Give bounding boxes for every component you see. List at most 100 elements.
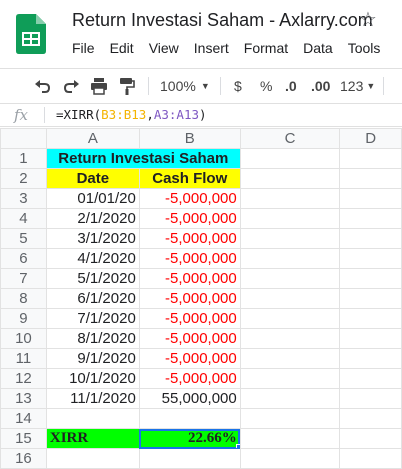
cell[interactable] [339, 328, 402, 349]
cashflow-cell[interactable]: -5,000,000 [138, 368, 241, 389]
row-header[interactable]: 13 [0, 388, 47, 409]
cell[interactable] [339, 288, 402, 309]
cell[interactable] [339, 408, 402, 429]
date-cell[interactable]: 5/1/2020 [45, 268, 140, 289]
column-header-d[interactable]: D [339, 128, 402, 149]
cashflow-cell[interactable]: -5,000,000 [138, 188, 241, 209]
cell[interactable] [239, 408, 341, 429]
more-formats-button[interactable]: 123 ▼ [340, 75, 375, 97]
zoom-select[interactable]: 100% ▼ [160, 75, 210, 97]
cell[interactable] [239, 448, 341, 469]
cashflow-cell[interactable]: -5,000,000 [138, 328, 241, 349]
cell[interactable] [339, 168, 402, 189]
row-header[interactable]: 8 [0, 288, 47, 309]
cell[interactable] [138, 408, 241, 429]
cell[interactable] [339, 208, 402, 229]
row-header[interactable]: 16 [0, 448, 47, 469]
row-header[interactable]: 3 [0, 188, 47, 209]
undo-icon[interactable] [34, 75, 52, 97]
row-header[interactable]: 2 [0, 168, 47, 189]
document-title[interactable]: Return Investasi Saham - Axlarry.com [72, 10, 373, 31]
cell[interactable] [45, 408, 140, 429]
menu-data[interactable]: Data [303, 40, 333, 58]
cell[interactable] [138, 448, 241, 469]
sheets-logo-icon[interactable] [16, 14, 46, 54]
cashflow-cell[interactable]: -5,000,000 [138, 248, 241, 269]
row-header[interactable]: 7 [0, 268, 47, 289]
cell[interactable] [339, 248, 402, 269]
cell[interactable] [239, 288, 341, 309]
date-cell[interactable]: 3/1/2020 [45, 228, 140, 249]
column-header-a[interactable]: A [45, 128, 140, 149]
date-cell[interactable]: 4/1/2020 [45, 248, 140, 269]
cell[interactable] [339, 368, 402, 389]
date-cell[interactable]: 11/1/2020 [45, 388, 140, 409]
cell[interactable] [239, 148, 341, 169]
date-cell[interactable]: 2/1/2020 [45, 208, 140, 229]
cashflow-cell[interactable]: 55,000,000 [138, 388, 241, 409]
cell[interactable] [339, 148, 402, 169]
row-header[interactable]: 14 [0, 408, 47, 429]
date-cell[interactable]: 8/1/2020 [45, 328, 140, 349]
menu-file[interactable]: File [72, 40, 95, 58]
date-cell[interactable]: 10/1/2020 [45, 368, 140, 389]
cashflow-cell[interactable]: -5,000,000 [138, 288, 241, 309]
cell[interactable] [239, 188, 341, 209]
menu-view[interactable]: View [149, 40, 179, 58]
cell[interactable] [239, 388, 341, 409]
cell[interactable] [239, 308, 341, 329]
row-header[interactable]: 10 [0, 328, 47, 349]
row-header[interactable]: 11 [0, 348, 47, 369]
cashflow-cell[interactable]: -5,000,000 [138, 208, 241, 229]
cell[interactable] [339, 348, 402, 369]
paint-format-icon[interactable] [118, 75, 136, 97]
redo-icon[interactable] [62, 75, 80, 97]
row-header[interactable]: 15 [0, 428, 47, 449]
currency-format-button[interactable]: $ [234, 75, 242, 97]
cell[interactable] [339, 428, 402, 449]
decrease-decimal-button[interactable]: .0 [285, 75, 297, 97]
cell[interactable] [339, 448, 402, 469]
date-cell[interactable]: 9/1/2020 [45, 348, 140, 369]
row-header[interactable]: 1 [0, 148, 47, 169]
percent-format-button[interactable]: % [260, 75, 272, 97]
column-header-b[interactable]: B [138, 128, 241, 149]
header-cell-cashflow[interactable]: Cash Flow [138, 168, 241, 189]
cell[interactable] [239, 428, 341, 449]
row-header[interactable]: 5 [0, 228, 47, 249]
cell[interactable] [239, 168, 341, 189]
cell[interactable] [339, 268, 402, 289]
table-title-cell[interactable]: Return Investasi Saham [45, 148, 241, 169]
header-cell-date[interactable]: Date [45, 168, 140, 189]
menu-tools[interactable]: Tools [348, 40, 381, 58]
row-header[interactable]: 4 [0, 208, 47, 229]
cashflow-cell[interactable]: -5,000,000 [138, 308, 241, 329]
menu-format[interactable]: Format [244, 40, 288, 58]
cell[interactable] [239, 248, 341, 269]
cell[interactable] [239, 348, 341, 369]
fill-handle[interactable] [235, 444, 240, 448]
date-cell[interactable]: 01/01/20 [45, 188, 140, 209]
date-cell[interactable]: 7/1/2020 [45, 308, 140, 329]
row-header[interactable]: 9 [0, 308, 47, 329]
cashflow-cell[interactable]: -5,000,000 [138, 348, 241, 369]
row-header[interactable]: 12 [0, 368, 47, 389]
cell[interactable] [239, 328, 341, 349]
menu-edit[interactable]: Edit [110, 40, 134, 58]
formula-input[interactable]: =XIRR(B3:B13,A3:A13) [56, 107, 207, 122]
cell[interactable] [339, 308, 402, 329]
xirr-result-cell[interactable]: 22.66% [138, 428, 241, 449]
cell[interactable] [239, 228, 341, 249]
cashflow-cell[interactable]: -5,000,000 [138, 268, 241, 289]
xirr-label-cell[interactable]: XIRR [45, 428, 140, 449]
cell[interactable] [239, 208, 341, 229]
cell[interactable] [339, 188, 402, 209]
menu-insert[interactable]: Insert [194, 40, 229, 58]
cell[interactable] [239, 368, 341, 389]
increase-decimal-button[interactable]: .00 [311, 75, 330, 97]
row-header[interactable]: 6 [0, 248, 47, 269]
cell[interactable] [339, 228, 402, 249]
star-icon[interactable]: ☆ [359, 10, 377, 30]
cashflow-cell[interactable]: -5,000,000 [138, 228, 241, 249]
select-all-corner[interactable] [0, 128, 47, 149]
